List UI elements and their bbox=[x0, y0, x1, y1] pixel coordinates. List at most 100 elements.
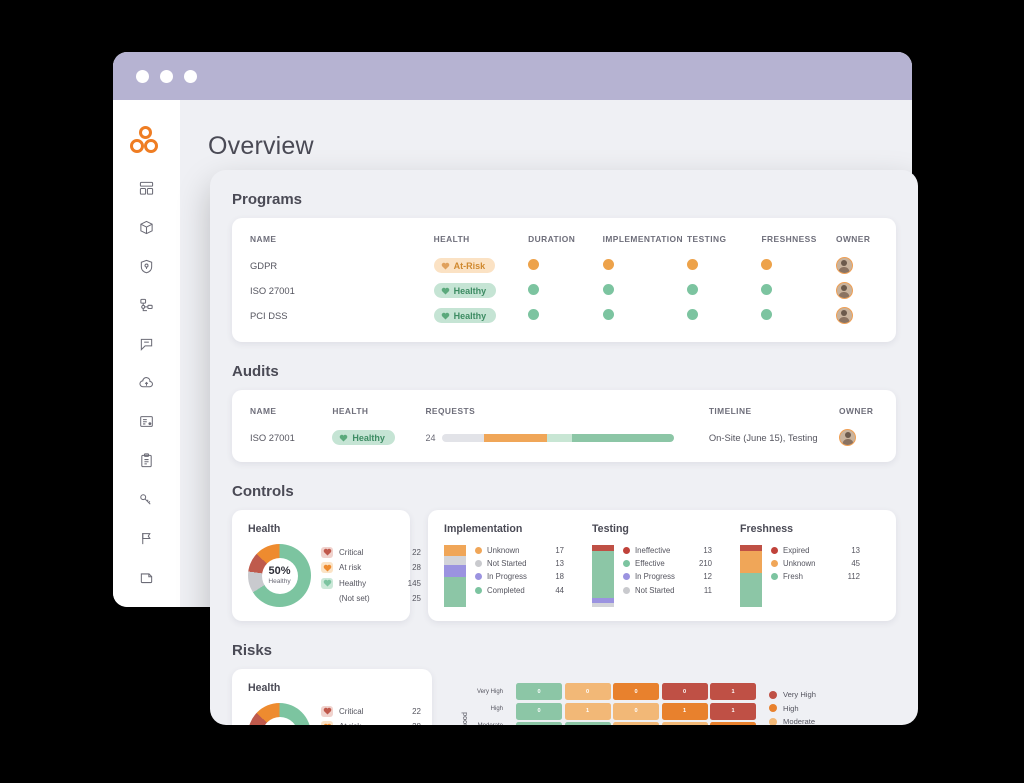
legend-value: 44 bbox=[555, 585, 564, 595]
legend-row: Not Started 13 bbox=[475, 559, 564, 568]
window-close-button[interactable] bbox=[136, 69, 149, 83]
sidebar-item-dashboard[interactable] bbox=[130, 179, 164, 198]
table-row[interactable]: ISO 27001 Healthy 24 On-Site (June 15), Tes… bbox=[250, 425, 878, 450]
table-row[interactable]: GDPR At-Risk bbox=[250, 253, 878, 278]
bar-legend: Expired 13 Unknown 45 Fresh 112 bbox=[771, 545, 860, 581]
legend-value: 28 bbox=[397, 722, 421, 725]
sidebar-item-integrations[interactable] bbox=[130, 296, 164, 315]
heatmap-cell[interactable]: 0 bbox=[516, 683, 563, 700]
legend-value: 17 bbox=[555, 546, 564, 555]
legend-dot bbox=[475, 573, 482, 581]
heatmap-cell[interactable]: 1 bbox=[661, 702, 708, 720]
audit-timeline: On-Site (June 15), Testing bbox=[708, 432, 818, 443]
audit-requests: 24 bbox=[425, 425, 708, 450]
heatmap-cell[interactable]: 1 bbox=[710, 683, 757, 700]
legend-value: 210 bbox=[698, 559, 712, 569]
table-row[interactable]: ISO 27001 Healthy bbox=[250, 278, 878, 303]
risks-health-legend: Critical22At risk28Healthy145(Not set)25 bbox=[321, 705, 421, 725]
heatmap-cell[interactable]: 0 bbox=[613, 683, 660, 700]
legend-value: 13 bbox=[703, 546, 712, 555]
requests-count: 24 bbox=[425, 433, 436, 444]
avatar[interactable] bbox=[835, 257, 853, 274]
legend-value: 18 bbox=[555, 572, 564, 582]
programs-col-header: OWNER bbox=[835, 234, 871, 244]
bar-title: Freshness bbox=[740, 523, 793, 535]
flag-icon bbox=[142, 533, 151, 545]
sidebar-item-audits[interactable] bbox=[130, 451, 164, 470]
sidebar-item-flags[interactable] bbox=[130, 529, 164, 548]
legend-dot bbox=[475, 560, 482, 568]
sidebar-item-keys[interactable] bbox=[130, 490, 164, 509]
dashboard-icon bbox=[139, 181, 154, 195]
bar-block: Testing Ineffective 13 Effective 210 In Progr… bbox=[592, 523, 732, 607]
avatar[interactable] bbox=[839, 429, 857, 446]
heatmap-grid: 00001010110125011033 bbox=[516, 683, 757, 725]
sidebar-item-security[interactable] bbox=[130, 257, 164, 276]
legend-value: 25 bbox=[412, 594, 421, 604]
heatmap-ytick: Very High bbox=[477, 688, 504, 695]
heatmap-ytick: Moderate bbox=[477, 717, 508, 726]
legend-label: Effective bbox=[635, 559, 665, 569]
clipboard-icon bbox=[141, 453, 152, 468]
sidebar-item-policies[interactable] bbox=[130, 335, 164, 354]
legend-dot bbox=[771, 547, 778, 554]
program-owner bbox=[835, 303, 878, 328]
heatmap-cell[interactable]: 1 bbox=[564, 702, 611, 720]
audits-col-header: OWNER bbox=[839, 406, 874, 416]
programs-section-title: Programs bbox=[232, 191, 303, 208]
program-name: GDPR bbox=[250, 260, 278, 271]
heatmap-cell[interactable]: 0 bbox=[564, 683, 611, 700]
box-icon bbox=[140, 220, 153, 234]
legend-label: In Progress bbox=[487, 572, 527, 582]
legend-label: Fresh bbox=[783, 572, 803, 582]
document-icon bbox=[140, 573, 153, 584]
heatmap-cell[interactable]: 0 bbox=[661, 683, 708, 700]
sidebar-item-reports[interactable] bbox=[130, 412, 164, 431]
heatmap-legend: Very HighHighModerateLowVery LowNot Set bbox=[756, 690, 816, 725]
heatmap-cell[interactable]: 1 bbox=[710, 702, 757, 720]
program-testing bbox=[686, 278, 762, 303]
heatmap-cell[interactable]: 5 bbox=[661, 722, 708, 725]
heatmap-cell[interactable]: 1 bbox=[564, 722, 611, 725]
avatar[interactable] bbox=[835, 307, 853, 324]
status-badge: At-Risk bbox=[433, 258, 496, 273]
hierarchy-icon bbox=[140, 298, 153, 311]
programs-col-header: IMPLEMENTATION bbox=[602, 234, 684, 244]
heart-atrisk-icon bbox=[321, 562, 333, 574]
heatmap-cell[interactable]: 0 bbox=[710, 722, 757, 725]
heatmap-cell[interactable]: 0 bbox=[516, 702, 563, 720]
heatmap-cell[interactable]: 0 bbox=[613, 702, 660, 720]
programs-card: NAME HEALTH DURATION IMPLEMENTATION TESTING F… bbox=[232, 218, 896, 342]
legend-label: Unknown bbox=[487, 546, 520, 555]
avatar[interactable] bbox=[835, 282, 853, 299]
heatmap-yticks: Very HighHighModerateLow bbox=[477, 683, 508, 726]
window-maximize-button[interactable] bbox=[184, 69, 197, 83]
heatmap-cell[interactable]: 2 bbox=[613, 722, 660, 725]
legend-row: Critical 22 bbox=[321, 546, 421, 558]
legend-label: Expired bbox=[783, 546, 810, 555]
programs-col-header: DURATION bbox=[528, 234, 576, 244]
legend-row: In Progress 18 bbox=[475, 572, 564, 581]
legend-dot bbox=[769, 704, 778, 713]
sidebar-item-assets[interactable] bbox=[130, 218, 164, 237]
legend-value: 145 bbox=[407, 578, 421, 588]
legend-label: At risk bbox=[339, 722, 391, 725]
window-minimize-button[interactable] bbox=[160, 69, 173, 83]
legend-row: In Progress 12 bbox=[623, 572, 712, 581]
programs-col-header: NAME bbox=[250, 234, 277, 244]
legend-row: Expired 13 bbox=[771, 546, 860, 555]
bar-block: Freshness Expired 13 Unknown 45 Fresh 112 bbox=[740, 523, 880, 607]
sidebar-item-cloud[interactable] bbox=[130, 374, 164, 393]
legend-label: Unknown bbox=[783, 559, 816, 569]
heatmap-cell[interactable]: 0 bbox=[516, 722, 563, 725]
bar-title: Implementation bbox=[444, 523, 523, 535]
program-implementation bbox=[602, 303, 687, 328]
donut-sublabel: Healthy bbox=[268, 578, 291, 585]
table-row[interactable]: PCI DSS Healthy bbox=[250, 303, 878, 328]
app-logo[interactable] bbox=[129, 126, 164, 153]
sidebar-item-documents[interactable] bbox=[130, 568, 164, 587]
controls-health-legend: Critical 22 At risk 28 Healthy 145 (Not set) 25 bbox=[321, 546, 421, 605]
controls-health-card: Health 50% Healthy Critical 22 At risk 28 He… bbox=[232, 510, 421, 621]
heart-atrisk-icon bbox=[321, 721, 333, 725]
program-freshness bbox=[761, 278, 836, 303]
